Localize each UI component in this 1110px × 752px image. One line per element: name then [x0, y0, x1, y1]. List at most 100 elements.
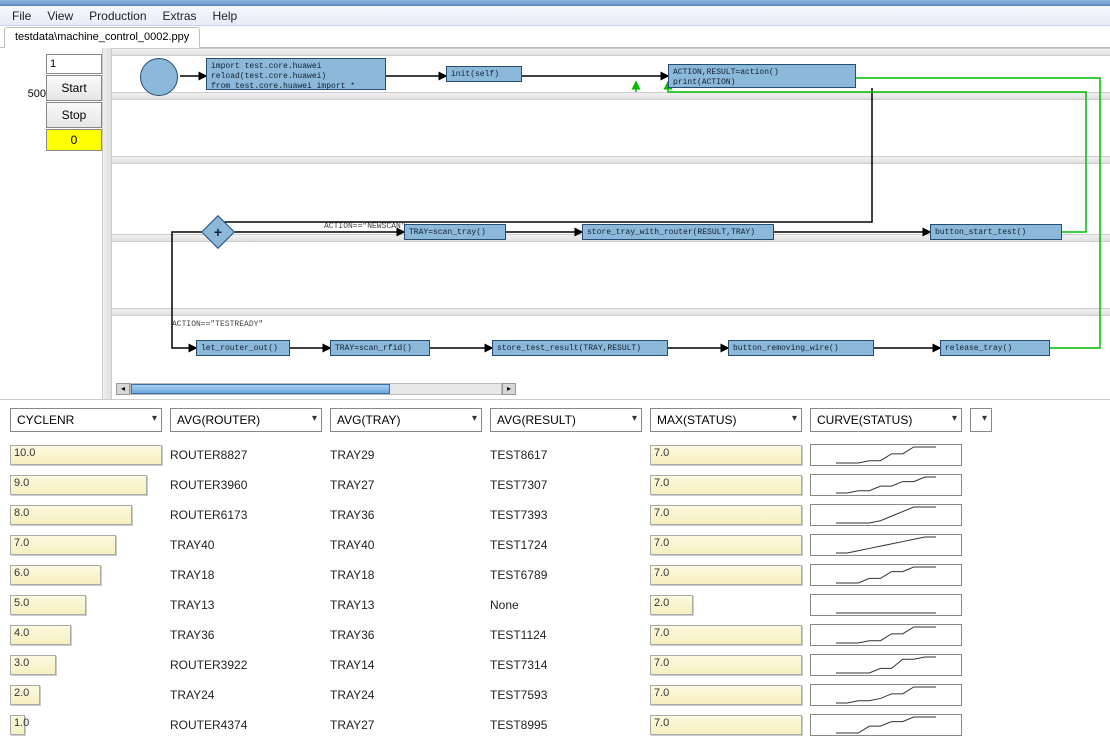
- router-cell: TRAY40: [170, 538, 322, 552]
- scroll-thumb[interactable]: [131, 384, 390, 394]
- start-button[interactable]: Start: [46, 75, 102, 101]
- node-let-router[interactable]: let_router_out(): [196, 340, 290, 356]
- cyclenr-bar: 2.0: [10, 685, 162, 705]
- router-cell: ROUTER6173: [170, 508, 322, 522]
- cyclenr-bar: 8.0: [10, 505, 162, 525]
- menu-view[interactable]: View: [39, 7, 81, 25]
- curve-cell: [810, 444, 962, 466]
- curve-cell: [810, 504, 962, 526]
- menu-extras[interactable]: Extras: [155, 7, 205, 25]
- scroll-right-icon[interactable]: ▸: [502, 383, 516, 395]
- dropdown-router[interactable]: AVG(ROUTER): [170, 408, 322, 432]
- workspace: 500 Start Stop 0: [0, 48, 1110, 400]
- node-import[interactable]: import test.core.huawei reload(test.core…: [206, 58, 386, 90]
- status-bar: 7.0: [650, 475, 802, 495]
- curve-cell: [810, 624, 962, 646]
- menubar: File View Production Extras Help: [0, 6, 1110, 26]
- curve-cell: [810, 564, 962, 586]
- node-action[interactable]: ACTION,RESULT=action() print(ACTION): [668, 64, 856, 88]
- menu-production[interactable]: Production: [81, 7, 154, 25]
- dropdown-curve[interactable]: CURVE(STATUS): [810, 408, 962, 432]
- cycle-counter: 0: [46, 129, 102, 151]
- menu-file[interactable]: File: [4, 7, 39, 25]
- router-cell: TRAY24: [170, 688, 322, 702]
- node-store-tray[interactable]: store_tray_with_router(RESULT,TRAY): [582, 224, 774, 240]
- router-cell: ROUTER8827: [170, 448, 322, 462]
- router-cell: ROUTER4374: [170, 718, 322, 732]
- node-button-start[interactable]: button_start_test(): [930, 224, 1062, 240]
- router-cell: TRAY36: [170, 628, 322, 642]
- dropdown-tray[interactable]: AVG(TRAY): [330, 408, 482, 432]
- cyclenr-bar: 1.0: [10, 715, 162, 735]
- stop-button[interactable]: Stop: [46, 102, 102, 128]
- tray-cell: TRAY36: [330, 508, 482, 522]
- dropdown-status[interactable]: MAX(STATUS): [650, 408, 802, 432]
- left-panel: 500 Start Stop 0: [0, 48, 112, 399]
- tab-active[interactable]: testdata\machine_control_0002.ppy: [4, 27, 200, 48]
- column-headers: CYCLENR AVG(ROUTER) AVG(TRAY) AVG(RESULT…: [10, 408, 1100, 432]
- flow-canvas[interactable]: import test.core.huawei reload(test.core…: [112, 48, 1110, 399]
- curve-cell: [810, 684, 962, 706]
- start-node[interactable]: [140, 58, 178, 96]
- cyclenr-bar: 6.0: [10, 565, 162, 585]
- table-row: 6.0TRAY18TRAY18TEST67897.0: [10, 564, 1100, 586]
- dropdown-result[interactable]: AVG(RESULT): [490, 408, 642, 432]
- table-row: 4.0TRAY36TRAY36TEST11247.0: [10, 624, 1100, 646]
- scroll-left-icon[interactable]: ◂: [116, 383, 130, 395]
- left-gutter: [102, 48, 112, 399]
- result-cell: TEST1124: [490, 628, 642, 642]
- tray-cell: TRAY29: [330, 448, 482, 462]
- dropdown-extra[interactable]: [970, 408, 992, 432]
- router-cell: TRAY18: [170, 568, 322, 582]
- status-bar: 7.0: [650, 625, 802, 645]
- curve-cell: [810, 474, 962, 496]
- table-row: 7.0TRAY40TRAY40TEST17247.0: [10, 534, 1100, 556]
- scale-label: 500: [28, 88, 46, 100]
- result-cell: TEST7307: [490, 478, 642, 492]
- table-row: 8.0 ROUTER6173 TRAY36 TEST7393 7.0: [10, 504, 1100, 526]
- result-cell: TEST8617: [490, 448, 642, 462]
- scale-column: 500: [0, 48, 46, 399]
- result-cell: TEST7593: [490, 688, 642, 702]
- router-cell: ROUTER3960: [170, 478, 322, 492]
- node-scan-rfid[interactable]: TRAY=scan_rfid(): [330, 340, 430, 356]
- curve-cell: [810, 654, 962, 676]
- router-cell: TRAY13: [170, 598, 322, 612]
- tray-cell: TRAY24: [330, 688, 482, 702]
- tray-cell: TRAY40: [330, 538, 482, 552]
- tray-cell: TRAY13: [330, 598, 482, 612]
- status-bar: 7.0: [650, 505, 802, 525]
- canvas-hscroll[interactable]: ◂ ▸: [116, 383, 516, 395]
- cyclenr-bar: 9.0: [10, 475, 162, 495]
- result-cell: TEST6789: [490, 568, 642, 582]
- result-cell: TEST7393: [490, 508, 642, 522]
- node-scan-tray[interactable]: TRAY=scan_tray(): [404, 224, 506, 240]
- node-init[interactable]: init(self): [446, 66, 522, 82]
- node-store-result[interactable]: store_test_result(TRAY,RESULT): [492, 340, 668, 356]
- cyclenr-bar: 7.0: [10, 535, 162, 555]
- node-release-tray[interactable]: release_tray(): [940, 340, 1050, 356]
- table-row: 2.0 TRAY24 TRAY24 TEST7593 7.0: [10, 684, 1100, 706]
- control-column: Start Stop 0: [46, 48, 102, 399]
- status-bar: 7.0: [650, 655, 802, 675]
- scroll-track[interactable]: [130, 383, 502, 395]
- curve-cell: [810, 594, 962, 616]
- menu-help[interactable]: Help: [205, 7, 246, 25]
- status-bar: 7.0: [650, 535, 802, 555]
- edge-label-testready: ACTION=="TESTREADY": [172, 320, 263, 329]
- tray-cell: TRAY27: [330, 478, 482, 492]
- result-cell: TEST8995: [490, 718, 642, 732]
- status-bar: 7.0: [650, 685, 802, 705]
- router-cell: ROUTER3922: [170, 658, 322, 672]
- table-row: 9.0 ROUTER3960 TRAY27 TEST7307 7.0: [10, 474, 1100, 496]
- tab-bar: testdata\machine_control_0002.ppy: [0, 26, 1110, 48]
- edge-label-newscan: ACTION=="NEWSCAN": [324, 222, 406, 231]
- curve-cell: [810, 714, 962, 736]
- tray-cell: TRAY27: [330, 718, 482, 732]
- tray-cell: TRAY18: [330, 568, 482, 582]
- data-rows: 10.0ROUTER8827TRAY29TEST86177.09.0ROUTER…: [10, 444, 1100, 736]
- node-removing-wire[interactable]: button_removing_wire(): [728, 340, 874, 356]
- cycle-input[interactable]: [46, 54, 102, 74]
- dropdown-cyclenr[interactable]: CYCLENR: [10, 408, 162, 432]
- curve-cell: [810, 534, 962, 556]
